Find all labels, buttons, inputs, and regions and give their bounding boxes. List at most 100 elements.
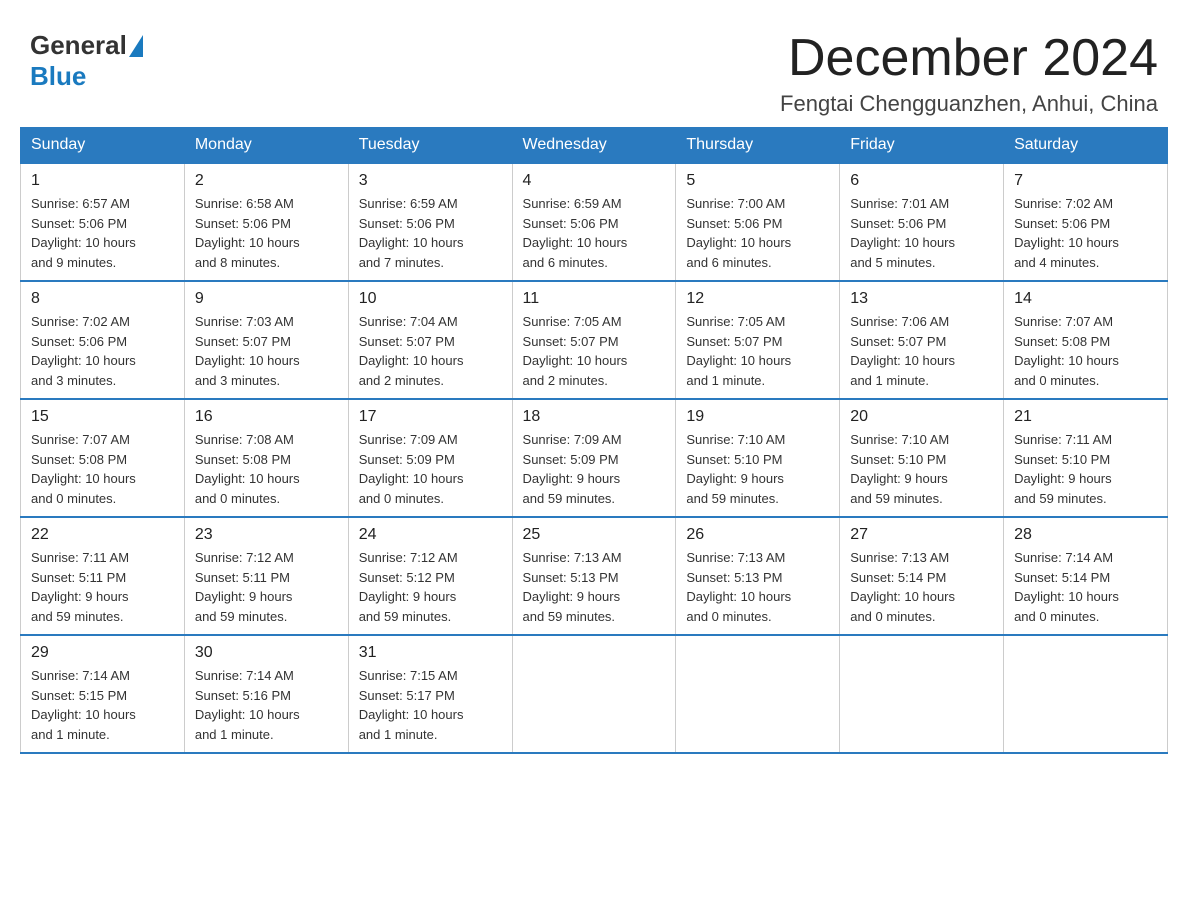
day-number: 12 <box>686 290 829 308</box>
day-number: 20 <box>850 408 993 426</box>
day-info: Sunrise: 7:03 AM Sunset: 5:07 PM Dayligh… <box>195 312 338 390</box>
calendar-day-cell: 27 Sunrise: 7:13 AM Sunset: 5:14 PM Dayli… <box>840 517 1004 635</box>
day-info: Sunrise: 7:07 AM Sunset: 5:08 PM Dayligh… <box>1014 312 1157 390</box>
logo-blue-text: Blue <box>30 61 86 92</box>
day-info: Sunrise: 7:14 AM Sunset: 5:16 PM Dayligh… <box>195 666 338 744</box>
day-number: 13 <box>850 290 993 308</box>
day-info: Sunrise: 7:13 AM Sunset: 5:13 PM Dayligh… <box>523 548 666 626</box>
calendar-day-cell: 28 Sunrise: 7:14 AM Sunset: 5:14 PM Dayli… <box>1004 517 1168 635</box>
calendar-day-cell: 25 Sunrise: 7:13 AM Sunset: 5:13 PM Dayli… <box>512 517 676 635</box>
calendar-day-cell: 11 Sunrise: 7:05 AM Sunset: 5:07 PM Dayli… <box>512 281 676 399</box>
calendar-day-cell: 4Sunrise: 6:59 AM Sunset: 5:06 PM Daylig… <box>512 163 676 281</box>
day-info: Sunrise: 7:11 AM Sunset: 5:11 PM Dayligh… <box>31 548 174 626</box>
calendar-day-cell: 20Sunrise: 7:10 AM Sunset: 5:10 PM Dayli… <box>840 399 1004 517</box>
location-text: Fengtai Chengguanzhen, Anhui, China <box>780 91 1158 117</box>
day-number: 18 <box>523 408 666 426</box>
calendar-day-cell: 3Sunrise: 6:59 AM Sunset: 5:06 PM Daylig… <box>348 163 512 281</box>
calendar-day-header: Tuesday <box>348 128 512 164</box>
day-number: 19 <box>686 408 829 426</box>
day-number: 6 <box>850 172 993 190</box>
logo-general-text: General <box>30 30 127 61</box>
day-info: Sunrise: 7:13 AM Sunset: 5:14 PM Dayligh… <box>850 548 993 626</box>
calendar-day-cell: 12Sunrise: 7:05 AM Sunset: 5:07 PM Dayli… <box>676 281 840 399</box>
day-info: Sunrise: 7:07 AM Sunset: 5:08 PM Dayligh… <box>31 430 174 508</box>
calendar-day-cell: 7 Sunrise: 7:02 AM Sunset: 5:06 PM Daylig… <box>1004 163 1168 281</box>
calendar-day-cell: 13Sunrise: 7:06 AM Sunset: 5:07 PM Dayli… <box>840 281 1004 399</box>
day-number: 10 <box>359 290 502 308</box>
day-number: 24 <box>359 526 502 544</box>
calendar-day-cell: 17 Sunrise: 7:09 AM Sunset: 5:09 PM Dayli… <box>348 399 512 517</box>
day-number: 21 <box>1014 408 1157 426</box>
day-number: 31 <box>359 644 502 662</box>
calendar-day-cell: 1 Sunrise: 6:57 AM Sunset: 5:06 PM Daylig… <box>21 163 185 281</box>
calendar-day-cell: 8Sunrise: 7:02 AM Sunset: 5:06 PM Daylig… <box>21 281 185 399</box>
month-title: December 2024 <box>780 30 1158 87</box>
calendar-day-cell <box>512 635 676 753</box>
calendar-day-header: Friday <box>840 128 1004 164</box>
day-info: Sunrise: 7:00 AM Sunset: 5:06 PM Dayligh… <box>686 194 829 272</box>
calendar-week-row: 15 Sunrise: 7:07 AM Sunset: 5:08 PM Dayli… <box>21 399 1168 517</box>
calendar-day-cell: 10 Sunrise: 7:04 AM Sunset: 5:07 PM Dayli… <box>348 281 512 399</box>
day-info: Sunrise: 7:09 AM Sunset: 5:09 PM Dayligh… <box>359 430 502 508</box>
calendar-day-header: Wednesday <box>512 128 676 164</box>
calendar-day-header: Monday <box>184 128 348 164</box>
calendar-day-cell: 14 Sunrise: 7:07 AM Sunset: 5:08 PM Dayli… <box>1004 281 1168 399</box>
day-info: Sunrise: 7:12 AM Sunset: 5:12 PM Dayligh… <box>359 548 502 626</box>
calendar-day-cell: 23 Sunrise: 7:12 AM Sunset: 5:11 PM Dayli… <box>184 517 348 635</box>
day-number: 15 <box>31 408 174 426</box>
day-number: 27 <box>850 526 993 544</box>
day-number: 25 <box>523 526 666 544</box>
calendar-day-cell: 24 Sunrise: 7:12 AM Sunset: 5:12 PM Dayli… <box>348 517 512 635</box>
day-info: Sunrise: 7:14 AM Sunset: 5:14 PM Dayligh… <box>1014 548 1157 626</box>
day-number: 11 <box>523 290 666 308</box>
calendar-day-cell: 30Sunrise: 7:14 AM Sunset: 5:16 PM Dayli… <box>184 635 348 753</box>
calendar-week-row: 29 Sunrise: 7:14 AM Sunset: 5:15 PM Dayli… <box>21 635 1168 753</box>
day-number: 7 <box>1014 172 1157 190</box>
day-info: Sunrise: 7:10 AM Sunset: 5:10 PM Dayligh… <box>686 430 829 508</box>
day-info: Sunrise: 7:08 AM Sunset: 5:08 PM Dayligh… <box>195 430 338 508</box>
calendar-day-header: Saturday <box>1004 128 1168 164</box>
day-number: 1 <box>31 172 174 190</box>
day-number: 16 <box>195 408 338 426</box>
calendar-day-cell <box>840 635 1004 753</box>
calendar-day-cell: 16 Sunrise: 7:08 AM Sunset: 5:08 PM Dayli… <box>184 399 348 517</box>
day-number: 5 <box>686 172 829 190</box>
calendar-day-cell: 29 Sunrise: 7:14 AM Sunset: 5:15 PM Dayli… <box>21 635 185 753</box>
day-info: Sunrise: 7:11 AM Sunset: 5:10 PM Dayligh… <box>1014 430 1157 508</box>
calendar-day-cell <box>1004 635 1168 753</box>
day-info: Sunrise: 7:01 AM Sunset: 5:06 PM Dayligh… <box>850 194 993 272</box>
day-info: Sunrise: 6:58 AM Sunset: 5:06 PM Dayligh… <box>195 194 338 272</box>
day-number: 23 <box>195 526 338 544</box>
calendar-week-row: 22 Sunrise: 7:11 AM Sunset: 5:11 PM Dayli… <box>21 517 1168 635</box>
calendar-day-header: Thursday <box>676 128 840 164</box>
day-info: Sunrise: 7:15 AM Sunset: 5:17 PM Dayligh… <box>359 666 502 744</box>
calendar-day-cell: 31 Sunrise: 7:15 AM Sunset: 5:17 PM Dayli… <box>348 635 512 753</box>
day-number: 29 <box>31 644 174 662</box>
day-number: 2 <box>195 172 338 190</box>
day-info: Sunrise: 7:14 AM Sunset: 5:15 PM Dayligh… <box>31 666 174 744</box>
calendar-day-cell <box>676 635 840 753</box>
logo-triangle-icon <box>129 35 143 57</box>
day-number: 17 <box>359 408 502 426</box>
calendar-day-cell: 26Sunrise: 7:13 AM Sunset: 5:13 PM Dayli… <box>676 517 840 635</box>
calendar-day-cell: 21 Sunrise: 7:11 AM Sunset: 5:10 PM Dayli… <box>1004 399 1168 517</box>
calendar-header-row: SundayMondayTuesdayWednesdayThursdayFrid… <box>21 128 1168 164</box>
day-number: 3 <box>359 172 502 190</box>
page-header: General Blue December 2024 Fengtai Cheng… <box>20 20 1168 117</box>
calendar-day-cell: 2 Sunrise: 6:58 AM Sunset: 5:06 PM Daylig… <box>184 163 348 281</box>
day-info: Sunrise: 7:05 AM Sunset: 5:07 PM Dayligh… <box>523 312 666 390</box>
day-info: Sunrise: 7:12 AM Sunset: 5:11 PM Dayligh… <box>195 548 338 626</box>
calendar-week-row: 1 Sunrise: 6:57 AM Sunset: 5:06 PM Daylig… <box>21 163 1168 281</box>
day-number: 22 <box>31 526 174 544</box>
day-number: 28 <box>1014 526 1157 544</box>
day-info: Sunrise: 7:04 AM Sunset: 5:07 PM Dayligh… <box>359 312 502 390</box>
calendar-day-cell: 19 Sunrise: 7:10 AM Sunset: 5:10 PM Dayli… <box>676 399 840 517</box>
day-info: Sunrise: 7:02 AM Sunset: 5:06 PM Dayligh… <box>1014 194 1157 272</box>
day-number: 4 <box>523 172 666 190</box>
calendar-week-row: 8Sunrise: 7:02 AM Sunset: 5:06 PM Daylig… <box>21 281 1168 399</box>
day-info: Sunrise: 7:02 AM Sunset: 5:06 PM Dayligh… <box>31 312 174 390</box>
logo: General Blue <box>30 30 145 92</box>
day-number: 14 <box>1014 290 1157 308</box>
calendar-table: SundayMondayTuesdayWednesdayThursdayFrid… <box>20 127 1168 754</box>
day-info: Sunrise: 6:57 AM Sunset: 5:06 PM Dayligh… <box>31 194 174 272</box>
